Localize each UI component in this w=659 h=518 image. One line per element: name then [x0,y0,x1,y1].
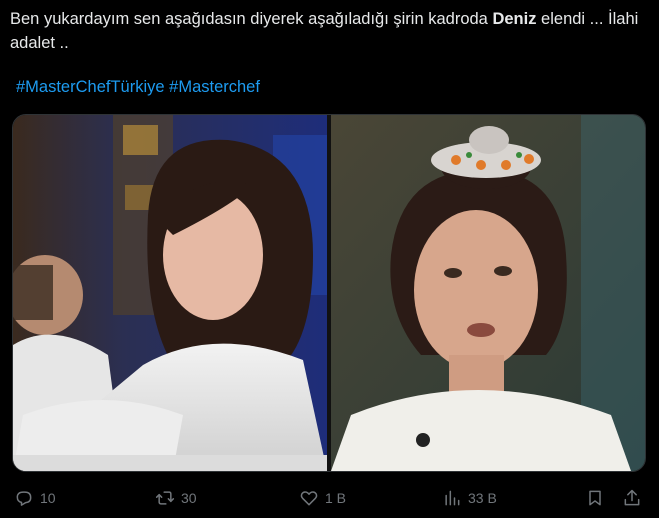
tweet-text: Ben yukardayım sen aşağıdasın diyerek aş… [10,7,640,55]
share-upload-icon [624,489,640,506]
heart-icon [300,491,318,506]
bookmark-icon [589,490,601,506]
like-button[interactable]: 1 B [299,484,346,512]
views-count: 33 B [468,490,497,506]
tweet-text-bold-name: Deniz [492,10,537,28]
reply-button[interactable]: 10 [14,484,56,512]
media-photo-right[interactable] [331,115,645,471]
media-photo-left[interactable] [13,115,327,471]
photo-right-image [331,115,645,471]
hashtag-masterchef[interactable]: #Masterchef [169,78,260,96]
share-button[interactable] [622,484,642,512]
tweet-media[interactable] [12,114,646,472]
repost-count: 30 [181,490,197,506]
photo-left-image [13,115,327,471]
bar-chart-icon [445,490,460,506]
views-button[interactable]: 33 B [442,484,497,512]
hashtag-masterchefturkiye[interactable]: #MasterChefTürkiye [16,78,165,96]
like-count: 1 B [325,490,347,506]
hashtags: #MasterChefTürkiye #Masterchef [16,76,260,98]
speech-bubble-icon [16,491,32,506]
repost-arrows-icon [155,491,175,505]
tweet-text-start: Ben yukardayım sen aşağıdasın diyerek aş… [10,10,493,28]
repost-button[interactable]: 30 [155,484,197,512]
tweet-actions-bar: 10 30 1 B 33 B [0,484,659,512]
reply-count: 10 [40,490,56,506]
bookmark-button[interactable] [585,484,605,512]
